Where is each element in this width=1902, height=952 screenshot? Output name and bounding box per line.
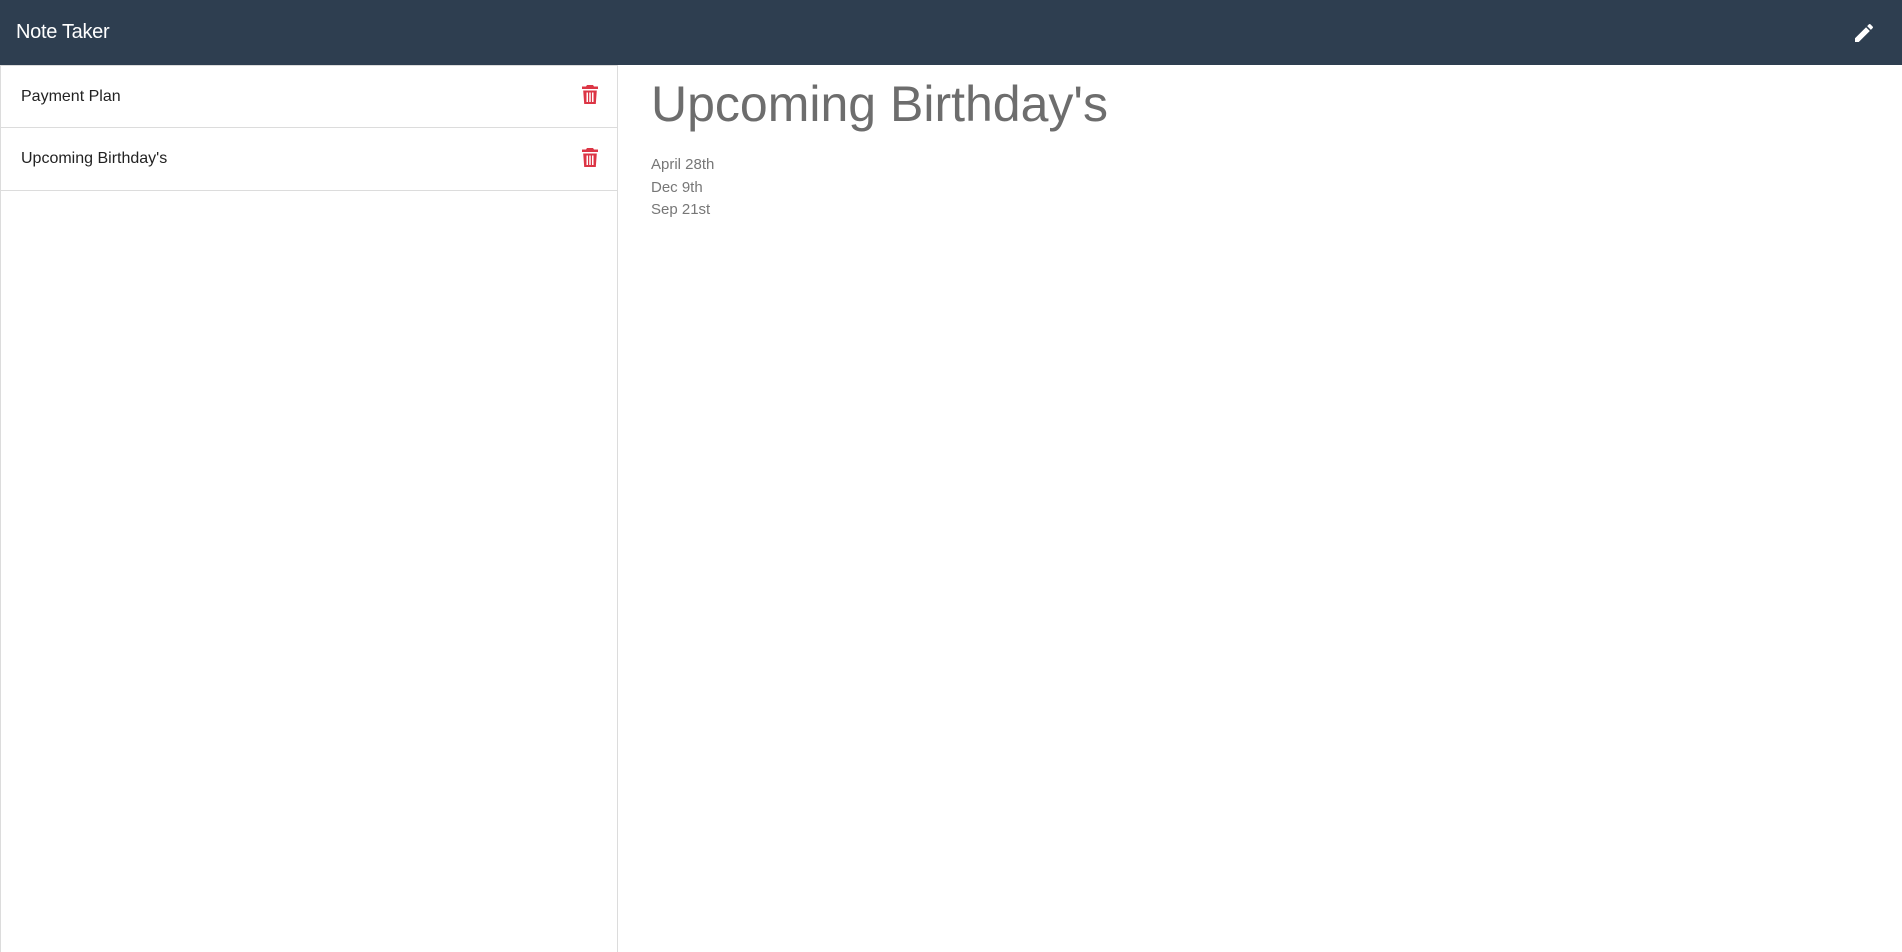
note-editor: Upcoming Birthday's April 28th Dec 9th S… <box>651 72 1902 222</box>
trash-icon <box>582 147 598 167</box>
app-title[interactable]: Note Taker <box>16 21 110 44</box>
note-title[interactable]: Upcoming Birthday's <box>651 72 1902 136</box>
note-list-sidebar: Payment Plan Upcoming Birthday's <box>0 65 618 952</box>
new-note-button[interactable] <box>1850 19 1878 47</box>
note-line: Sep 21st <box>651 201 711 218</box>
trash-icon <box>582 85 598 104</box>
note-list-item[interactable]: Payment Plan <box>1 65 617 128</box>
note-line: April 28th <box>651 156 715 173</box>
delete-note-button[interactable] <box>581 85 599 105</box>
note-line: Dec 9th <box>651 178 703 196</box>
note-item-title[interactable]: Upcoming Birthday's <box>21 150 167 168</box>
delete-note-button[interactable] <box>581 147 599 167</box>
pencil-icon <box>1855 23 1874 42</box>
note-body[interactable]: April 28th Dec 9th Sep 21st <box>651 154 1902 222</box>
note-item-title[interactable]: Payment Plan <box>21 88 121 106</box>
note-list-item[interactable]: Upcoming Birthday's <box>1 128 617 191</box>
note-list: Payment Plan Upcoming Birthday's <box>1 65 617 191</box>
navbar: Note Taker <box>0 0 1902 65</box>
